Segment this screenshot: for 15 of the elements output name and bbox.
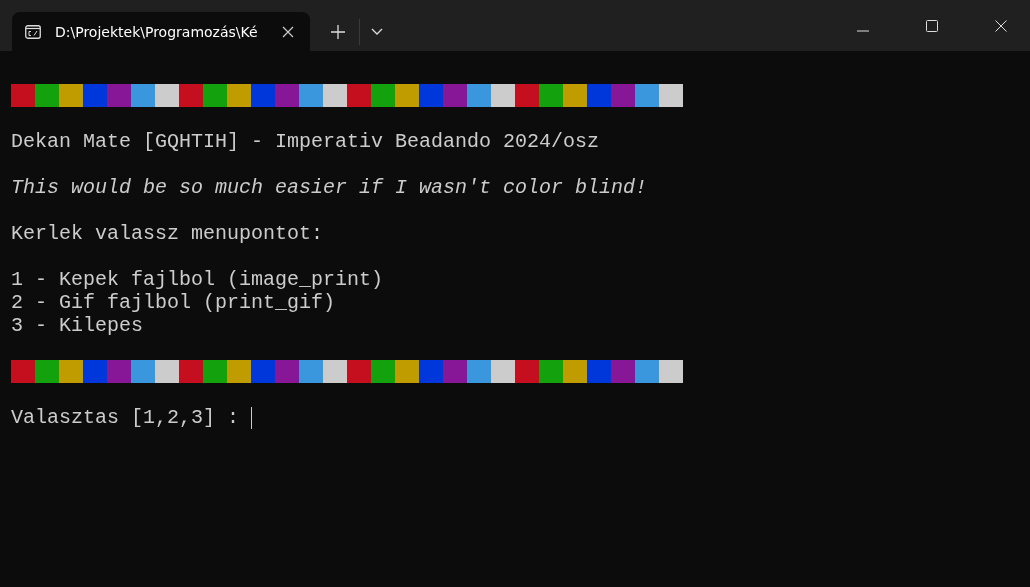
terminal-tab[interactable]: D:\Projektek\Programozás\Ké xyxy=(12,12,310,51)
close-icon[interactable] xyxy=(995,20,1007,32)
console-text: 2 - Gif fajlbol (print_gif) xyxy=(11,291,336,314)
terminal-icon xyxy=(25,24,41,39)
console-text: This would be so much easier if I wasn't color blind! xyxy=(11,176,648,199)
maximize-icon[interactable] xyxy=(926,20,938,32)
input-prompt: Valasztas [1,2,3] : xyxy=(11,406,240,429)
chevron-down-icon[interactable] xyxy=(371,28,383,35)
console-text: 3 - Kilepes xyxy=(11,314,144,337)
close-tab-icon[interactable] xyxy=(282,25,294,38)
tab-title: D:\Projektek\Programozás\Ké xyxy=(55,23,259,40)
console-text: Kerlek valassz menupontot: xyxy=(11,222,324,245)
new-tab-icon[interactable] xyxy=(331,25,345,39)
console-text: Dekan Mate [GQHTIH] - Imperativ Beadando 2024/osz xyxy=(11,130,600,153)
console-text: 1 - Kepek fajlbol (image_print) xyxy=(11,268,384,291)
